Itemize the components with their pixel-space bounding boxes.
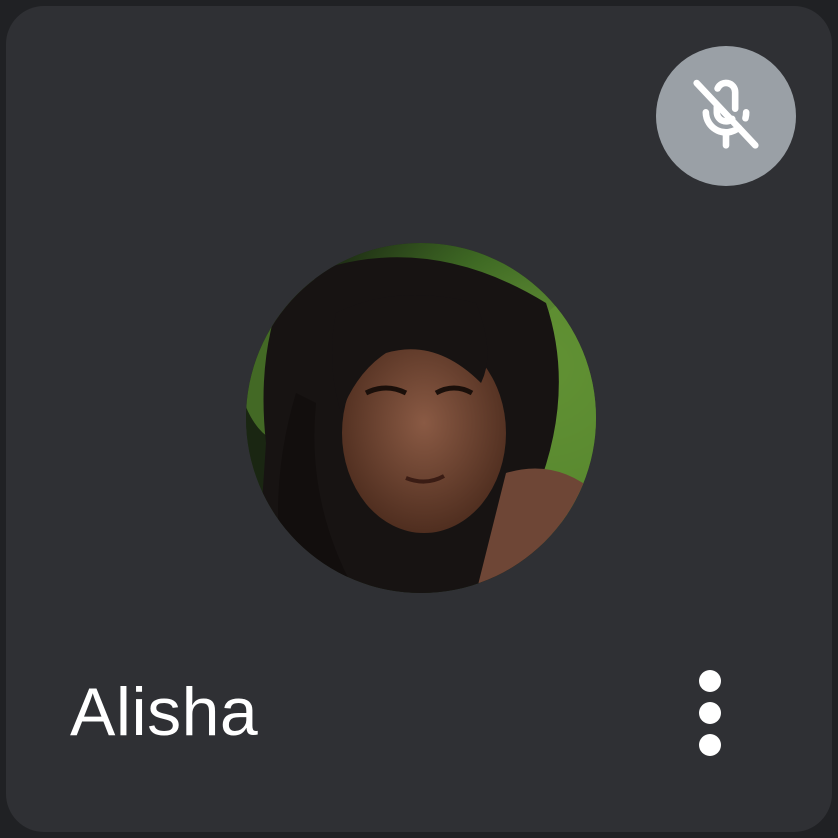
more-vert-icon (699, 670, 721, 692)
mic-off-icon (693, 79, 759, 149)
participant-tile[interactable]: Alisha (6, 6, 832, 832)
more-vert-icon-dot (699, 734, 721, 756)
participant-name: Alisha (70, 674, 259, 750)
more-options-button[interactable] (676, 654, 744, 772)
mute-indicator (656, 46, 796, 186)
more-vert-icon-dot (699, 702, 721, 724)
participant-avatar (246, 243, 596, 593)
